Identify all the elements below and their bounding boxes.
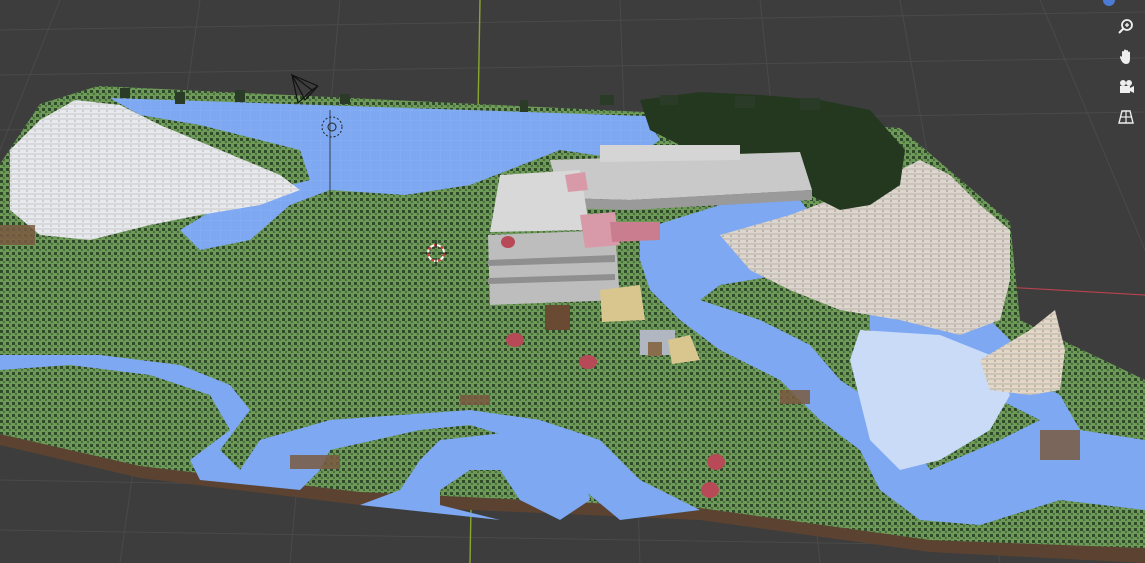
3d-viewport[interactable] xyxy=(0,0,1145,563)
navigation-gizmo xyxy=(1111,0,1145,140)
hand-pan-icon[interactable] xyxy=(1113,44,1139,70)
viewport-canvas[interactable] xyxy=(0,0,1145,563)
camera-icon[interactable] xyxy=(1113,74,1139,100)
zoom-icon[interactable] xyxy=(1113,14,1139,40)
perspective-grid-icon[interactable] xyxy=(1113,104,1139,130)
